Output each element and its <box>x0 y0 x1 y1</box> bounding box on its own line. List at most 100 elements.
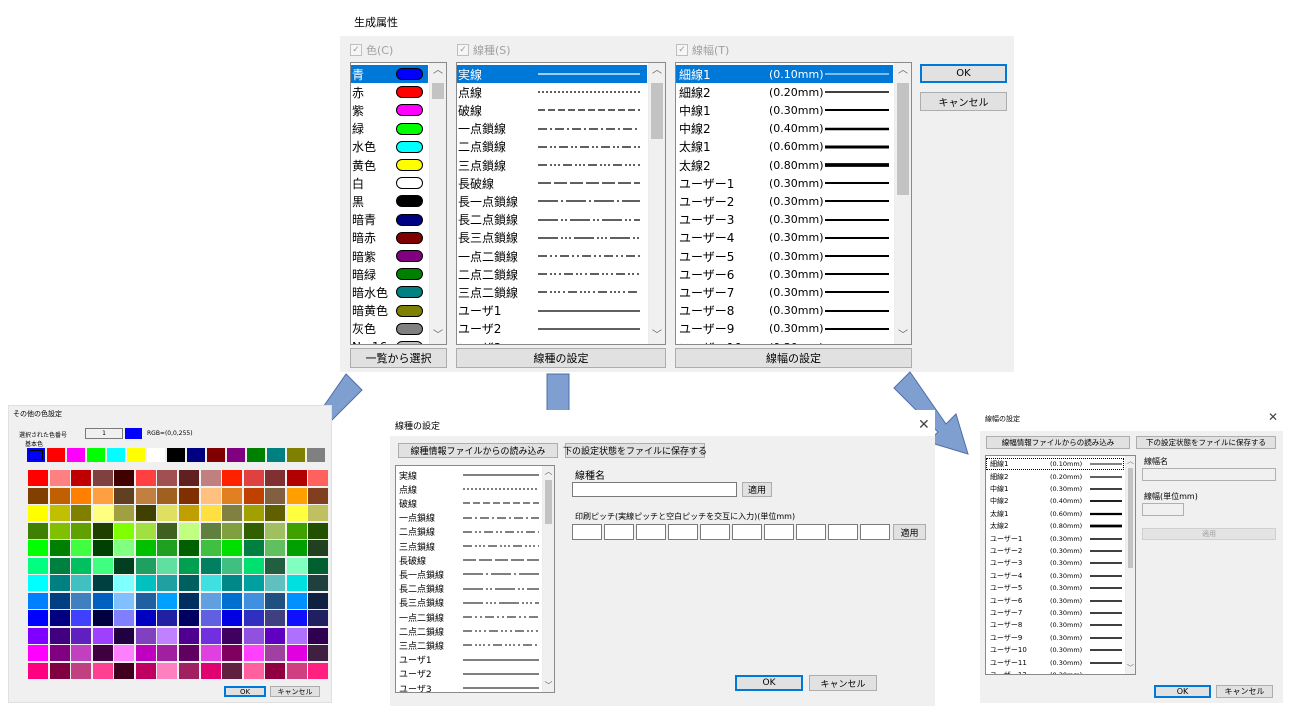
color-list-item[interactable]: 黄色 <box>351 156 428 174</box>
color-grid-cell[interactable] <box>157 522 178 539</box>
color-list-item[interactable]: 青 <box>351 65 428 84</box>
basic-color-cell[interactable] <box>147 448 165 462</box>
color-grid-cell[interactable] <box>135 592 156 609</box>
linetype-edit-item[interactable]: 三点二鎖線 <box>396 638 541 652</box>
color-grid-cell[interactable] <box>28 487 49 504</box>
basic-color-cell[interactable] <box>67 448 85 462</box>
color-grid-cell[interactable] <box>286 662 307 679</box>
color-grid-cell[interactable] <box>222 610 243 626</box>
color-grid-cell[interactable] <box>71 662 92 679</box>
linewidth-edit-item[interactable]: ユーザー5 (0.30mm) <box>986 582 1124 594</box>
scroll-down-icon[interactable]: ﹀ <box>649 331 665 341</box>
linetype-edit-item[interactable]: 長二点鎖線 <box>396 582 541 596</box>
color-list-item[interactable]: 黒 <box>351 192 428 210</box>
color-grid-cell[interactable] <box>265 662 286 679</box>
color-list-item[interactable]: 紫 <box>351 101 428 119</box>
linewidth-list-item[interactable]: ユーザー4 (0.30mm) <box>676 229 893 247</box>
linewidth-list-item[interactable]: ユーザー6 (0.30mm) <box>676 265 893 283</box>
linewidth-edit-item[interactable]: ユーザー11 (0.30mm) <box>986 656 1124 668</box>
color-grid-cell[interactable] <box>135 662 156 679</box>
scroll-down-icon[interactable]: ﹀ <box>543 682 554 690</box>
color-grid-cell[interactable] <box>243 662 264 679</box>
color-grid-cell[interactable] <box>71 557 92 574</box>
color-grid-cell[interactable] <box>286 610 307 626</box>
color-grid-cell[interactable] <box>135 575 156 591</box>
close-icon[interactable]: ✕ <box>1268 410 1278 424</box>
color-grid-cell[interactable] <box>243 522 264 539</box>
linetype-cancel-button[interactable]: キャンセル <box>809 675 877 691</box>
color-grid-cell[interactable] <box>157 487 178 504</box>
linewidth-edit-item[interactable]: ユーザー2 (0.30mm) <box>986 545 1124 557</box>
color-grid-cell[interactable] <box>308 627 329 644</box>
linewidth-edit-item[interactable]: 細線1 (0.10mm) <box>986 458 1124 471</box>
color-grid-cell[interactable] <box>49 610 70 626</box>
color-grid-cell[interactable] <box>200 522 221 539</box>
color-grid-cell[interactable] <box>179 540 200 556</box>
color-grid-cell[interactable] <box>92 645 113 661</box>
linetype-list-item[interactable]: 三点二鎖線 <box>457 283 647 301</box>
color-grid-cell[interactable] <box>265 592 286 609</box>
color-grid-cell[interactable] <box>92 505 113 521</box>
color-checkbox[interactable]: ✓ 色(C) <box>350 42 393 58</box>
color-grid-cell[interactable] <box>265 610 286 626</box>
scroll-up-icon[interactable]: ︿ <box>649 66 665 76</box>
linetype-edit-item[interactable]: ユーザ3 <box>396 681 541 692</box>
color-grid-cell[interactable] <box>243 627 264 644</box>
linetype-list-item[interactable]: 破線 <box>457 101 647 119</box>
color-grid-cell[interactable] <box>222 470 243 486</box>
color-grid-cell[interactable] <box>200 487 221 504</box>
basic-color-cell[interactable] <box>27 448 45 462</box>
color-grid-cell[interactable] <box>222 557 243 574</box>
color-grid-cell[interactable] <box>135 627 156 644</box>
color-grid-cell[interactable] <box>49 645 70 661</box>
linewidth-list-item[interactable]: ユーザー8 (0.30mm) <box>676 302 893 320</box>
color-grid-cell[interactable] <box>308 557 329 574</box>
color-grid-cell[interactable] <box>157 470 178 486</box>
basic-color-cell[interactable] <box>267 448 285 462</box>
linewidth-cancel-button[interactable]: キャンセル <box>1216 685 1273 698</box>
linewidth-edit-item[interactable]: 中線1 (0.30mm) <box>986 483 1124 495</box>
linewidth-list[interactable]: 細線1 (0.10mm) 細線2 (0.20mm) 中線1 (0.30mm) 中線2 (0.4… <box>675 62 912 345</box>
pitch-input[interactable] <box>796 524 826 540</box>
color-grid-cell[interactable] <box>200 557 221 574</box>
color-grid-cell[interactable] <box>308 662 329 679</box>
color-grid-cell[interactable] <box>135 505 156 521</box>
linewidth-checkbox[interactable]: ✓ 線幅(T) <box>676 42 729 58</box>
basic-color-cell[interactable] <box>87 448 105 462</box>
color-grid-cell[interactable] <box>49 487 70 504</box>
color-grid-cell[interactable] <box>28 592 49 609</box>
color-grid-cell[interactable] <box>179 592 200 609</box>
pitch-input[interactable] <box>764 524 794 540</box>
color-grid-cell[interactable] <box>286 522 307 539</box>
linewidth-list-item[interactable]: ユーザー5 (0.30mm) <box>676 247 893 265</box>
color-grid-cell[interactable] <box>135 540 156 556</box>
linewidth-edit-item[interactable]: 太線2 (0.80mm) <box>986 520 1124 532</box>
linetype-list-item[interactable]: 点線 <box>457 83 647 101</box>
scroll-up-icon[interactable]: ︿ <box>543 468 554 476</box>
color-grid-cell[interactable] <box>49 627 70 644</box>
linetype-edit-item[interactable]: 一点鎖線 <box>396 511 541 525</box>
color-grid-cell[interactable] <box>49 575 70 591</box>
color-ok-button[interactable]: OK <box>224 686 266 697</box>
color-grid-cell[interactable] <box>92 557 113 574</box>
color-grid-cell[interactable] <box>222 592 243 609</box>
color-grid-cell[interactable] <box>114 540 135 556</box>
color-grid-cell[interactable] <box>114 610 135 626</box>
color-grid-cell[interactable] <box>200 575 221 591</box>
color-grid-cell[interactable] <box>135 610 156 626</box>
color-list-item[interactable]: 緑 <box>351 120 428 138</box>
color-grid-cell[interactable] <box>28 662 49 679</box>
color-grid-cell[interactable] <box>243 487 264 504</box>
linewidth-list-item[interactable]: ユーザー3 (0.30mm) <box>676 211 893 229</box>
color-grid-cell[interactable] <box>157 610 178 626</box>
linetype-edit-item[interactable]: 三点鎖線 <box>396 539 541 553</box>
color-grid-cell[interactable] <box>265 645 286 661</box>
color-grid-cell[interactable] <box>179 662 200 679</box>
pitch-input[interactable] <box>828 524 858 540</box>
color-grid-cell[interactable] <box>308 592 329 609</box>
linewidth-name-input[interactable] <box>1142 468 1276 481</box>
linewidth-edit-item[interactable]: ユーザー12 (0.30mm) <box>986 669 1124 674</box>
color-grid-cell[interactable] <box>114 645 135 661</box>
color-grid-cell[interactable] <box>114 627 135 644</box>
linewidth-value-input[interactable] <box>1142 503 1184 516</box>
